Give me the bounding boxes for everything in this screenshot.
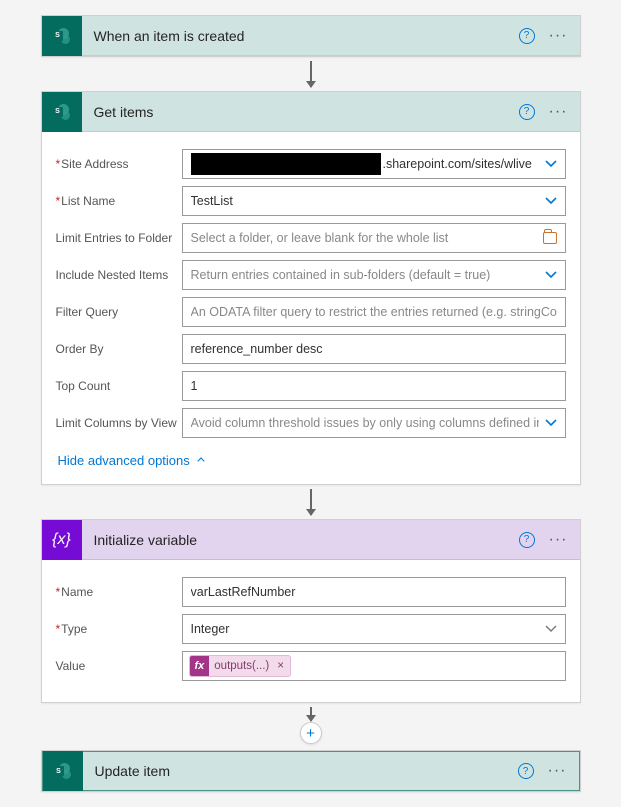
chevron-down-icon[interactable] <box>545 195 557 207</box>
variable-icon: {x} <box>42 520 82 560</box>
fx-icon: fx <box>190 656 210 676</box>
site-address-field[interactable]: .sharepoint.com/sites/wlive <box>182 149 566 179</box>
filter-field[interactable] <box>182 297 566 327</box>
sharepoint-icon: S <box>43 751 83 791</box>
expression-token[interactable]: fx outputs(...) × <box>189 655 291 677</box>
redacted-block <box>191 153 381 175</box>
topcount-field[interactable] <box>182 371 566 401</box>
topcount-label: Top Count <box>56 379 182 393</box>
help-icon[interactable]: ? <box>518 763 534 779</box>
help-icon[interactable]: ? <box>519 532 535 548</box>
init-variable-title: Initialize variable <box>82 532 519 548</box>
help-icon[interactable]: ? <box>519 28 535 44</box>
var-type-field[interactable]: Integer <box>182 614 566 644</box>
limit-folder-field[interactable] <box>182 223 566 253</box>
get-items-header[interactable]: S Get items ? ··· <box>42 92 580 132</box>
get-items-card: S Get items ? ··· Site Address .sharepoi… <box>41 91 581 485</box>
more-menu-icon[interactable]: ··· <box>548 763 567 779</box>
filter-label: Filter Query <box>56 305 182 319</box>
limitcols-field[interactable] <box>182 408 566 438</box>
trigger-card[interactable]: S When an item is created ? ··· <box>41 15 581 57</box>
more-menu-icon[interactable]: ··· <box>549 28 568 44</box>
limit-folder-input[interactable] <box>191 231 543 245</box>
get-items-title: Get items <box>82 104 519 120</box>
hide-advanced-label: Hide advanced options <box>58 453 190 468</box>
site-address-suffix: .sharepoint.com/sites/wlive <box>383 157 532 171</box>
var-value-field[interactable]: fx outputs(...) × <box>182 651 566 681</box>
var-name-field[interactable] <box>182 577 566 607</box>
var-type-label: Type <box>56 622 182 636</box>
nested-field[interactable] <box>182 260 566 290</box>
limit-folder-label: Limit Entries to Folder <box>56 231 182 245</box>
remove-token-icon[interactable]: × <box>277 660 284 672</box>
update-item-header[interactable]: S Update item ? ··· <box>42 751 580 791</box>
topcount-input[interactable] <box>191 379 557 393</box>
trigger-header[interactable]: S When an item is created ? ··· <box>42 16 580 56</box>
orderby-field[interactable] <box>182 334 566 364</box>
update-item-title: Update item <box>83 763 518 779</box>
add-step-button[interactable]: + <box>300 722 322 744</box>
chevron-down-icon[interactable] <box>545 269 557 281</box>
chevron-up-icon <box>196 455 206 467</box>
sharepoint-icon: S <box>42 92 82 132</box>
chevron-down-icon[interactable] <box>545 158 557 170</box>
folder-icon[interactable] <box>543 232 557 244</box>
arrow-connector <box>310 489 312 515</box>
help-icon[interactable]: ? <box>519 104 535 120</box>
list-name-label: List Name <box>56 194 182 208</box>
expression-text: outputs(...) <box>214 660 269 672</box>
list-name-input[interactable] <box>191 194 539 208</box>
orderby-input[interactable] <box>191 342 557 356</box>
filter-input[interactable] <box>191 305 557 319</box>
limitcols-input[interactable] <box>191 416 539 430</box>
var-name-input[interactable] <box>191 585 557 599</box>
nested-label: Include Nested Items <box>56 268 182 282</box>
update-item-card[interactable]: S Update item ? ··· <box>41 750 581 792</box>
chevron-down-icon[interactable] <box>545 417 557 429</box>
chevron-down-icon[interactable] <box>545 623 557 635</box>
hide-advanced-toggle[interactable]: Hide advanced options <box>56 445 566 470</box>
trigger-title: When an item is created <box>82 28 519 44</box>
more-menu-icon[interactable]: ··· <box>549 532 568 548</box>
sharepoint-icon: S <box>42 16 82 56</box>
nested-input[interactable] <box>191 268 539 282</box>
var-value-label: Value <box>56 659 182 673</box>
init-variable-card: {x} Initialize variable ? ··· Name Type … <box>41 519 581 703</box>
more-menu-icon[interactable]: ··· <box>549 104 568 120</box>
limitcols-label: Limit Columns by View <box>56 416 182 430</box>
arrow-connector <box>310 61 312 87</box>
list-name-field[interactable] <box>182 186 566 216</box>
var-name-label: Name <box>56 585 182 599</box>
orderby-label: Order By <box>56 342 182 356</box>
var-type-value: Integer <box>191 622 230 636</box>
init-variable-header[interactable]: {x} Initialize variable ? ··· <box>42 520 580 560</box>
arrow-connector <box>310 707 312 721</box>
site-address-label: Site Address <box>56 157 182 171</box>
